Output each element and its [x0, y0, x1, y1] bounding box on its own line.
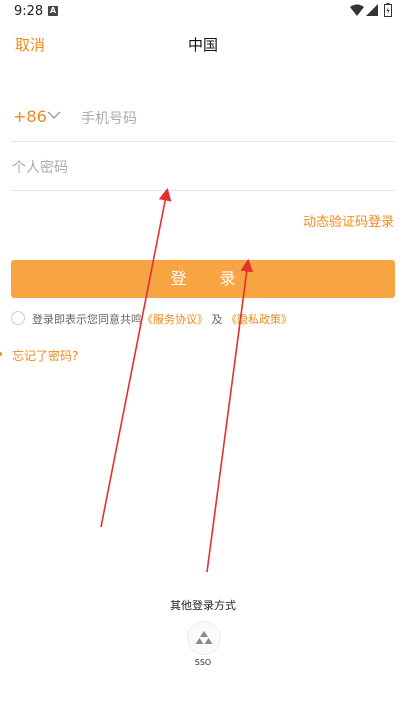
page-title: 中国 [187, 36, 218, 54]
agreement-text: 登录即表示您同意共鸣《服务协议》 及 《隐私政策》 [32, 311, 292, 327]
phone-input[interactable]: 手机号码 [81, 108, 137, 128]
annotation-arrow-right [206, 258, 254, 573]
agreement-prefix: 登录即表示您同意共鸣 [32, 313, 142, 326]
notification-icon: A [48, 6, 58, 16]
forgot-dot [0, 352, 2, 356]
password-input[interactable]: 个人密码 [12, 157, 68, 177]
agreement-and: 及 [211, 313, 223, 326]
country-code-selector[interactable]: +86 [13, 107, 47, 126]
password-divider [11, 190, 395, 191]
wifi-icon [350, 4, 364, 16]
sms-login-link[interactable]: 动态验证码登录 [303, 211, 394, 230]
battery-icon [384, 3, 392, 17]
phone-divider [11, 141, 395, 142]
annotation-arrow-left [100, 187, 172, 528]
other-login-title: 其他登录方式 [170, 599, 236, 612]
sso-label: SSO [194, 658, 212, 667]
privacy-policy-link[interactable]: 《隐私政策》 [226, 313, 292, 326]
agreement-checkbox[interactable] [11, 311, 25, 325]
status-time: 9:28 [14, 4, 44, 19]
sso-button[interactable] [187, 621, 221, 655]
forgot-password-link[interactable]: 忘记了密码? [12, 347, 78, 364]
signal-icon [366, 4, 378, 16]
service-agreement-link[interactable]: 《服务协议》 [142, 313, 208, 326]
sso-icon [195, 631, 213, 644]
login-button[interactable]: 登 录 [11, 260, 395, 298]
chevron-down-icon[interactable] [47, 110, 61, 120]
